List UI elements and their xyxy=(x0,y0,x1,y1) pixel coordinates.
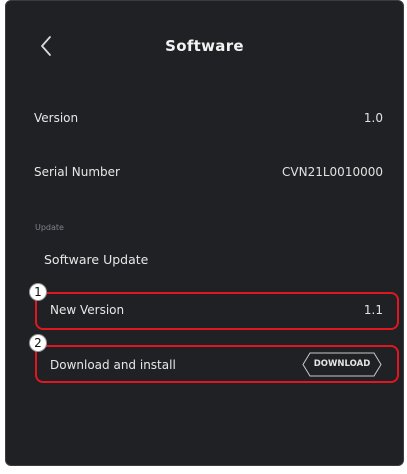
annotation-highlight-new-version xyxy=(35,292,399,330)
software-update-row: Software Update xyxy=(6,244,403,274)
annotation-highlight-download xyxy=(35,345,399,383)
serial-number-label: Serial Number xyxy=(34,165,120,179)
annotation-badge-2: 2 xyxy=(29,334,47,352)
annotation-badge-1: 1 xyxy=(29,283,47,301)
version-value: 1.0 xyxy=(363,111,383,125)
header: Software xyxy=(6,23,403,71)
update-section-label: Update xyxy=(35,223,64,232)
page-title: Software xyxy=(165,37,244,55)
serial-number-row: Serial Number CVN21L0010000 xyxy=(6,157,403,187)
version-label: Version xyxy=(34,111,79,125)
version-row: Version 1.0 xyxy=(6,103,403,133)
screenshot-canvas: Software Version 1.0 Serial Number CVN21… xyxy=(0,0,407,474)
software-update-label: Software Update xyxy=(44,252,149,267)
serial-number-value: CVN21L0010000 xyxy=(282,165,383,179)
software-screen: Software Version 1.0 Serial Number CVN21… xyxy=(5,0,404,466)
